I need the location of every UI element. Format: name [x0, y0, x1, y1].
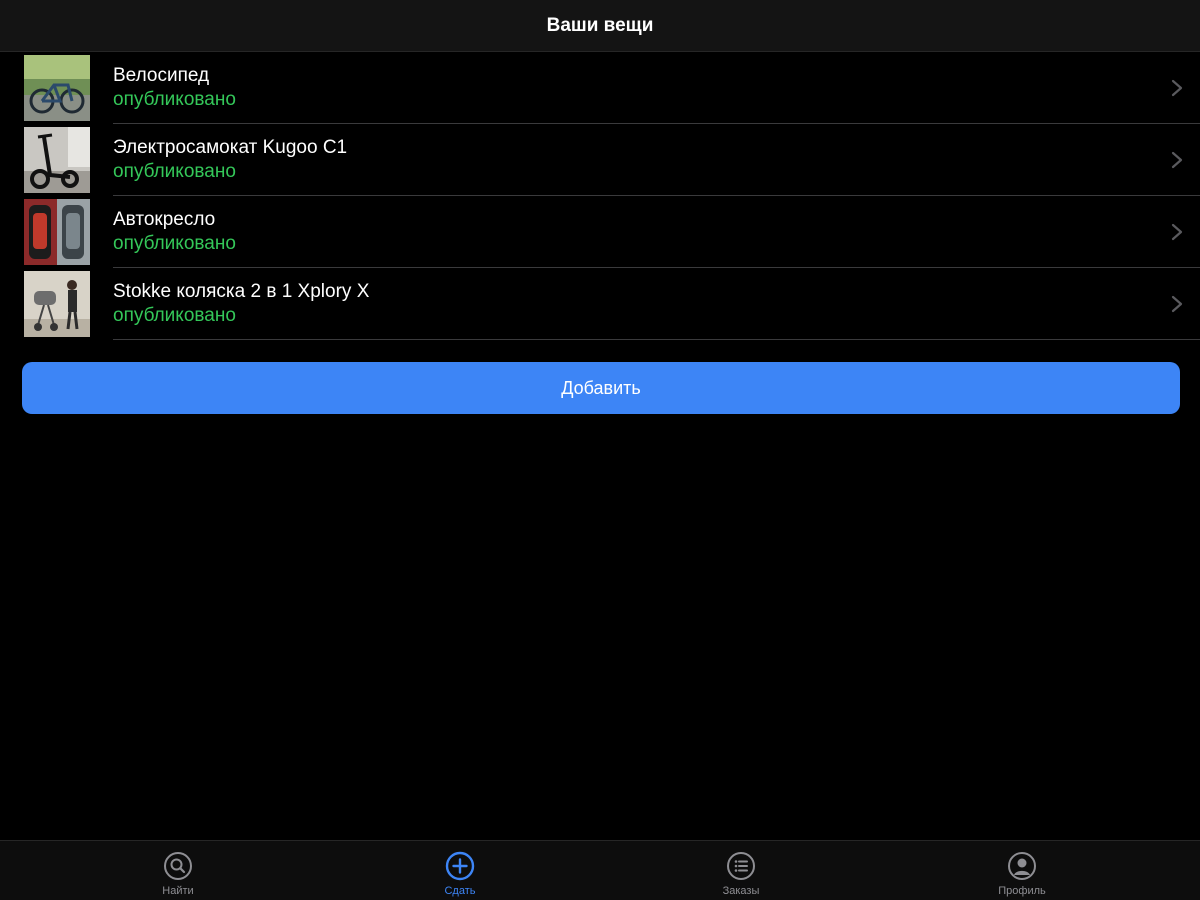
list-icon — [727, 852, 755, 880]
tab-label: Заказы — [722, 885, 760, 897]
add-button-label: Добавить — [561, 377, 641, 398]
chevron-right-icon — [1171, 223, 1183, 241]
list-item-car-seat[interactable]: Автокресло опубликовано — [0, 196, 1200, 268]
tab-rent-out[interactable]: Сдать — [400, 841, 520, 900]
tab-profile[interactable]: Профиль — [962, 841, 1082, 900]
tab-label: Профиль — [998, 885, 1046, 897]
tab-label: Сдать — [444, 885, 476, 897]
item-title: Stokke коляска 2 в 1 Xplory X — [113, 281, 370, 302]
plus-circle-icon — [445, 851, 475, 881]
chevron-right-icon — [1171, 295, 1183, 313]
page-title: Ваши вещи — [546, 14, 654, 36]
profile-icon — [1008, 852, 1036, 880]
list-item-bicycle[interactable]: Велосипед опубликовано — [0, 52, 1200, 124]
item-thumbnail-stroller — [24, 271, 90, 337]
chevron-right-icon — [1171, 79, 1183, 97]
item-title: Автокресло — [113, 209, 216, 230]
chevron-right-icon — [1171, 151, 1183, 169]
item-title: Велосипед — [113, 65, 210, 86]
item-thumbnail-scooter — [24, 127, 90, 193]
tab-bar: Найти Сдать Заказы Профиль — [0, 840, 1200, 900]
add-button[interactable]: Добавить — [22, 362, 1180, 414]
tab-search[interactable]: Найти — [118, 841, 238, 900]
item-status: опубликовано — [113, 161, 236, 182]
list-item-stroller[interactable]: Stokke коляска 2 в 1 Xplory X опубликова… — [0, 268, 1200, 340]
item-status: опубликовано — [113, 89, 236, 110]
app-screen: Ваши вещи Велосипед опубликовано Электро… — [0, 0, 1200, 900]
row-separator — [113, 339, 1200, 340]
tab-orders[interactable]: Заказы — [681, 841, 801, 900]
navigation-bar: Ваши вещи — [0, 0, 1200, 52]
item-status: опубликовано — [113, 305, 236, 326]
item-thumbnail-bicycle — [24, 55, 90, 121]
item-thumbnail-car-seat — [24, 199, 90, 265]
list-item-scooter[interactable]: Электросамокат Kugoo C1 опубликовано — [0, 124, 1200, 196]
tab-label: Найти — [162, 885, 194, 897]
item-title: Электросамокат Kugoo C1 — [113, 137, 348, 158]
item-status: опубликовано — [113, 233, 236, 254]
search-icon — [164, 852, 192, 880]
items-list: Велосипед опубликовано Электросамокат Ku… — [0, 52, 1200, 340]
